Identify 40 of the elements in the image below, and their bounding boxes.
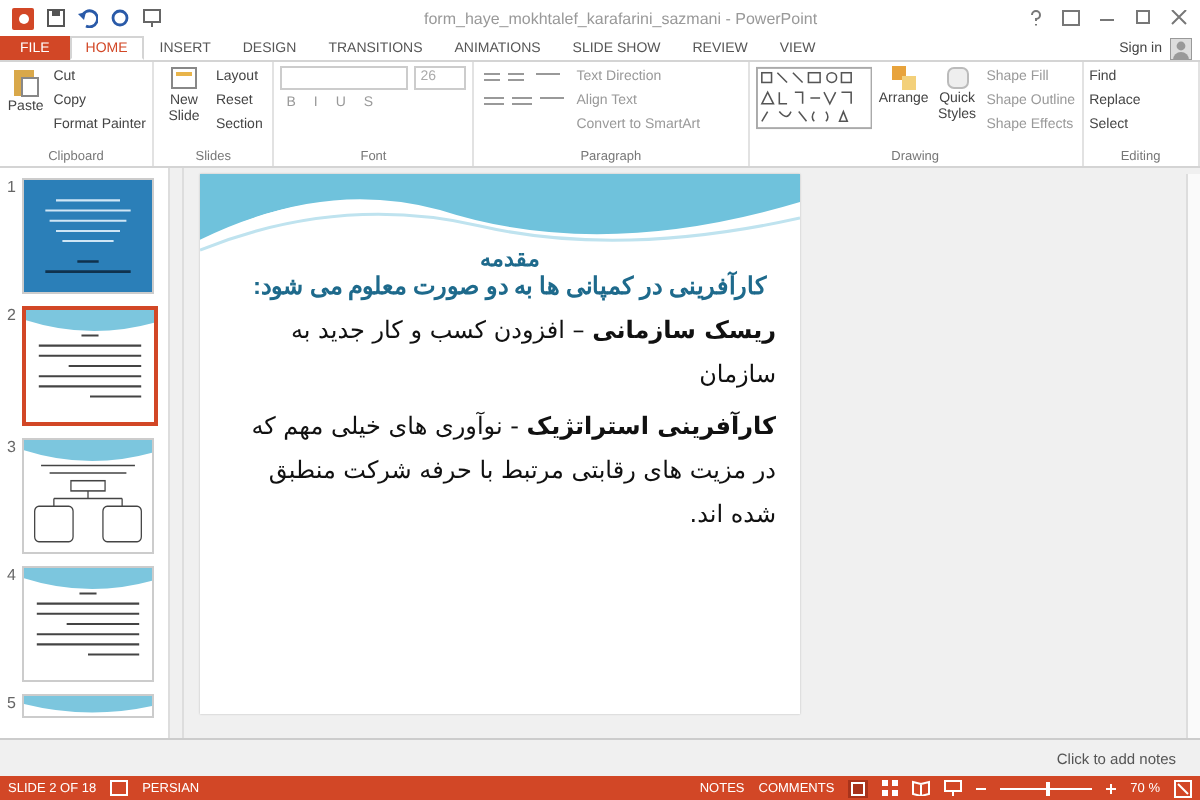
reading-view-icon[interactable] — [912, 780, 931, 796]
slide-thumbnail[interactable] — [22, 694, 154, 718]
zoom-out-icon[interactable] — [976, 783, 987, 793]
maximize-icon[interactable] — [1134, 10, 1152, 26]
help-icon[interactable] — [1028, 10, 1044, 26]
slide-subheading: کارآفرینی در کمپانی ها به دو صورت معلوم می شود: — [253, 272, 768, 300]
spellcheck-icon[interactable] — [110, 780, 129, 796]
slide-number: 1 — [5, 178, 16, 196]
new-slide-icon — [170, 66, 198, 92]
window-title: form_haye_mokhtalef_karafarini_sazmani - PowerPoint — [424, 9, 820, 27]
slide-thumbnail[interactable] — [22, 438, 154, 554]
normal-view-icon[interactable] — [848, 779, 869, 797]
slide-number: 3 — [5, 438, 16, 456]
slide-heading: مقدمه — [480, 246, 540, 272]
save-icon[interactable] — [46, 8, 66, 28]
slide-number: 5 — [5, 694, 16, 712]
slideshow-icon[interactable] — [142, 8, 162, 28]
thumbnail-scrollbar[interactable] — [168, 168, 184, 738]
font-name-field[interactable] — [280, 66, 409, 90]
slideshow-view-icon[interactable] — [944, 780, 963, 796]
grid-view-icon[interactable] — [882, 780, 899, 796]
slide-thumbnail[interactable] — [22, 306, 158, 426]
user-avatar-icon[interactable] — [1170, 37, 1192, 59]
close-icon[interactable] — [1170, 10, 1188, 26]
clipboard-icon — [11, 66, 40, 98]
slide-number: 4 — [5, 566, 16, 584]
fit-slide-icon[interactable] — [1174, 779, 1192, 797]
zoom-in-icon[interactable] — [1106, 783, 1117, 793]
arrange-icon — [891, 66, 916, 90]
zoom-slider-thumb[interactable] — [1046, 781, 1051, 795]
undo-icon[interactable] — [78, 8, 98, 28]
slide-paragraph: کارآفرینی استراتژیک - نوآوری های خیلی مهم که در مزیت های رقابتی مرتبط با حرفه شرکت منطبق شده اند. — [249, 409, 776, 532]
slide-thumbnail[interactable] — [22, 566, 154, 682]
shapes-gallery[interactable] — [755, 66, 872, 130]
ribbon-display-icon[interactable] — [1062, 10, 1080, 26]
slide-scrollbar[interactable] — [1186, 174, 1200, 738]
slide-thumbnail[interactable] — [22, 178, 154, 294]
slide-number: 2 — [5, 306, 16, 324]
quick-styles-icon — [945, 66, 970, 90]
slide-paragraph: ریسک سازمانی – افزودن کسب و کار جدید به سازمان — [288, 314, 776, 392]
